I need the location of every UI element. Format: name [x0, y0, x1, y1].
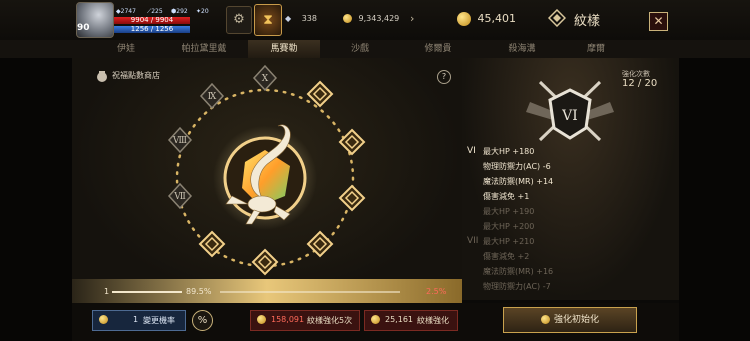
tab-5[interactable]: 殺海溝 [486, 40, 558, 58]
stat-line: 傷害減免 +1 [483, 192, 530, 201]
stat-line: 物理防禦力(AC) -6 [483, 162, 551, 171]
reset-label: 強化初始化 [553, 315, 599, 325]
probability-line [112, 291, 182, 293]
help-icon[interactable]: ? [437, 70, 451, 84]
hp-value: 9904 / 9904 [130, 16, 174, 24]
stat-a: ◆2747 [116, 8, 136, 15]
rate-coin-icon [99, 315, 108, 324]
tab-0[interactable]: 伊娃 [96, 40, 156, 58]
node-unlocked-2[interactable] [338, 128, 366, 156]
stat-line: 物理防禦力(AC) -7 [483, 282, 551, 291]
gold-resource: 9,343,429 [343, 14, 399, 23]
enhance-cost: 25,161 [385, 315, 413, 324]
probability-left-pct: 89.5% [186, 287, 212, 296]
tab-6[interactable]: 摩爾 [566, 40, 626, 58]
reset-enhance-button[interactable]: 強化初始化 [503, 307, 637, 333]
left-dark-band [0, 40, 72, 341]
stat-level-vii: VII [467, 236, 479, 246]
gold-count: 9,343,429 [358, 14, 400, 23]
player-level: 90 [77, 23, 90, 33]
mp-value: 1256 / 1256 [130, 25, 174, 33]
stat-line: 魔法防禦(MR) +16 [483, 267, 554, 276]
probability-left-value: 1 [104, 287, 110, 296]
stat-line: 最大HP +190 [483, 207, 535, 216]
svg-text:Ⅷ: Ⅷ [172, 136, 187, 146]
enhance-5x-button[interactable]: 158,091 紋樣強化5次 [250, 310, 360, 331]
svg-text:Ⅶ: Ⅶ [173, 192, 186, 202]
stat-line: 魔法防禦(MR) +14 [483, 177, 554, 186]
svg-text:Ⅸ: Ⅸ [208, 92, 217, 102]
points-count: 45,401 [477, 12, 517, 25]
crystal-count: 338 [301, 14, 317, 23]
percent-button[interactable]: % [192, 310, 213, 331]
node-viii-locked[interactable]: Ⅷ [167, 126, 193, 154]
stat-c: ⬢292 [171, 8, 188, 15]
enhance-count-value: 12 / 20 [622, 78, 658, 89]
points-coin-icon [457, 12, 471, 26]
stat-line: 最大HP +200 [483, 222, 535, 231]
node-unlocked-5[interactable] [251, 248, 279, 276]
points-resource: 45,401 [457, 12, 516, 26]
mp-bar: 1256 / 1256 [114, 26, 190, 33]
close-button[interactable]: ✕ [649, 12, 668, 31]
rate-label: 變更機率 [143, 316, 175, 325]
stat-line: 最大HP +180 [483, 147, 535, 156]
probability-line-2 [220, 291, 400, 293]
shop-icon [97, 71, 107, 82]
emblem-rank-numeral: VI [561, 108, 578, 124]
gold-coin-icon [343, 14, 352, 23]
hourglass-icon[interactable]: ⧗ [254, 4, 282, 36]
node-unlocked-4[interactable] [306, 230, 334, 258]
probability-right-pct: 2.5% [426, 287, 447, 296]
node-unlocked-1[interactable] [306, 80, 334, 108]
tab-3[interactable]: 沙戲 [330, 40, 390, 58]
emblem-wheel: Ⅹ Ⅸ Ⅷ Ⅶ [167, 64, 366, 276]
stat-line: 最大HP +210 [483, 237, 535, 246]
enhance-label: 紋樣強化 [417, 316, 449, 325]
emblem-title-icon [548, 9, 566, 27]
node-ix-locked[interactable]: Ⅸ [199, 82, 225, 110]
reset-coin-icon [540, 315, 550, 324]
enhance5-cost: 158,091 [271, 315, 305, 324]
enhance5-label: 紋樣強化5次 [307, 316, 353, 325]
node-unlocked-6[interactable] [198, 230, 226, 258]
right-dark-band [679, 40, 750, 341]
gear-icon[interactable]: ⚙ [226, 6, 252, 34]
rate-count: 1 [133, 315, 139, 324]
resource-expand-arrow-icon[interactable]: › [410, 12, 414, 25]
crystal-resource: ◆ 338 [285, 14, 317, 23]
tab-2[interactable]: 馬賽勒 [248, 40, 320, 59]
svg-text:Ⅹ: Ⅹ [262, 74, 269, 84]
node-x-locked[interactable]: Ⅹ [252, 64, 278, 92]
node-unlocked-3[interactable] [338, 184, 366, 212]
enhance-coin-icon [371, 315, 380, 324]
enhance5-coin-icon [257, 315, 266, 324]
page-title: 紋樣 [574, 14, 601, 29]
crystal-icon: ◆ [285, 14, 292, 23]
stat-line: 傷害減免 +2 [483, 252, 530, 261]
stat-b: ⟋225 [147, 8, 163, 15]
enhance-button[interactable]: 25,161 紋樣強化 [364, 310, 458, 331]
stat-d: ✦20 [196, 8, 209, 15]
stat-list-vi: 最大HP +180 物理防禦力(AC) -6 魔法防禦(MR) +14 傷害減免… [483, 144, 553, 294]
hp-bar: 9904 / 9904 [114, 17, 190, 24]
tab-4[interactable]: 修爾貴 [402, 40, 474, 58]
change-rate-button[interactable]: 1 變更機率 [92, 310, 186, 331]
tab-1[interactable]: 帕拉黛里戴 [168, 40, 240, 58]
emblem-rank-icon: VI [526, 80, 614, 142]
node-vii-locked[interactable]: Ⅶ [167, 182, 193, 210]
